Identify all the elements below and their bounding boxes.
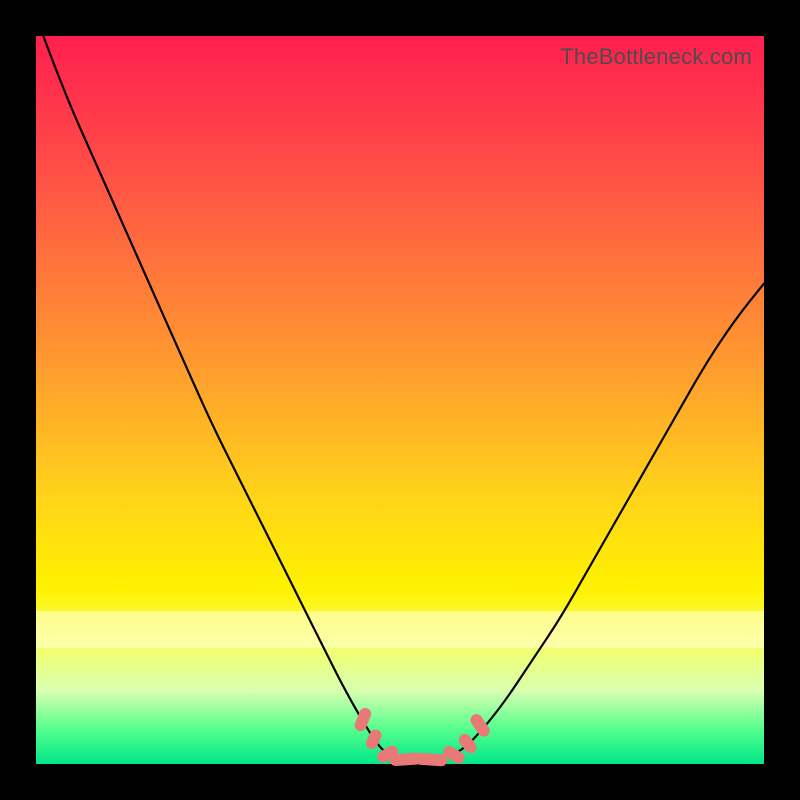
marker-group <box>353 706 492 767</box>
plot-area: TheBottleneck.com <box>36 36 764 764</box>
outer-frame: TheBottleneck.com <box>0 0 800 800</box>
curve-marker <box>415 753 447 767</box>
bottleneck-curve <box>43 36 764 760</box>
curve-layer <box>36 36 764 764</box>
curve-marker <box>468 712 492 739</box>
